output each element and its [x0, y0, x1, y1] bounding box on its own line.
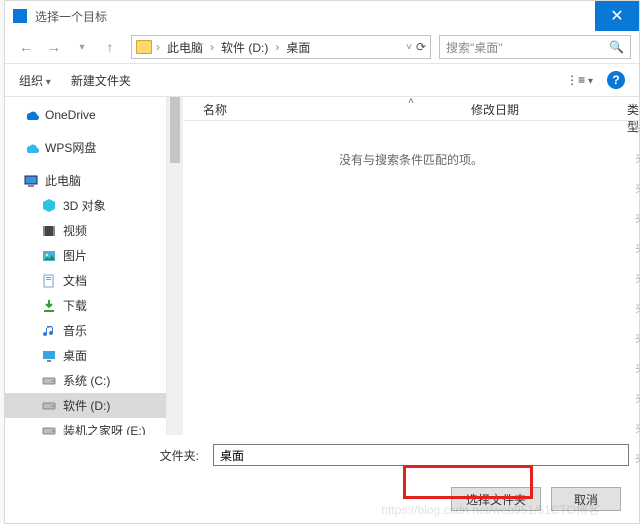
button-row: 选择文件夹 取消	[5, 475, 639, 523]
pic-icon	[41, 248, 57, 264]
breadcrumb[interactable]: 桌面	[283, 38, 313, 57]
history-dropdown[interactable]: ▾	[69, 34, 95, 60]
up-button[interactable]: ↑	[97, 34, 123, 60]
nav-item-label: 桌面	[63, 347, 87, 364]
address-dropdown[interactable]: ˅	[406, 42, 412, 53]
new-folder-button[interactable]: 新建文件夹	[71, 72, 131, 89]
nav-item-11[interactable]: 软件 (D:)	[5, 393, 166, 418]
window-title: 选择一个目标	[35, 8, 107, 25]
breadcrumb-sep: ›	[275, 40, 279, 54]
search-icon: 🔍	[609, 40, 624, 54]
cancel-button[interactable]: 取消	[551, 487, 621, 511]
wps-icon	[23, 140, 39, 156]
dl-icon	[41, 298, 57, 314]
nav-item-1[interactable]: WPS网盘	[5, 135, 166, 160]
nav-item-8[interactable]: 音乐	[5, 318, 166, 343]
view-button[interactable]: ⋮≡	[566, 73, 593, 87]
nav-pane[interactable]: OneDrive WPS网盘此电脑 3D 对象视频图片文档下载音乐桌面系统 (C:)…	[5, 97, 167, 435]
nav-item-label: 软件 (D:)	[63, 397, 110, 414]
content-scrollbar[interactable]	[167, 97, 183, 435]
filename-row: 文件夹:	[5, 435, 639, 475]
drive-icon	[41, 398, 57, 414]
drive-icon	[41, 423, 57, 436]
col-date[interactable]: 修改日期	[471, 101, 519, 118]
nav-item-4[interactable]: 视频	[5, 218, 166, 243]
filename-input[interactable]	[213, 444, 629, 466]
refresh-button[interactable]: ⟳	[416, 40, 426, 54]
breadcrumb[interactable]: 此电脑	[164, 38, 206, 57]
folder-icon	[136, 40, 152, 54]
nav-item-label: 装机之家呀 (E:)	[63, 422, 146, 435]
empty-message: 没有与搜索条件匹配的项。	[183, 121, 639, 435]
onedrive-icon	[23, 107, 39, 123]
nav-item-label: OneDrive	[45, 108, 96, 122]
background-hints: 夹夹夹夹夹夹夹夹夹夹夹夹	[635, 120, 640, 480]
col-name[interactable]: 名称	[203, 101, 227, 118]
nav-item-label: 文档	[63, 272, 87, 289]
help-button[interactable]: ?	[607, 71, 625, 89]
nav-item-10[interactable]: 系统 (C:)	[5, 368, 166, 393]
desktop-icon	[41, 348, 57, 364]
breadcrumb-sep: ›	[210, 40, 214, 54]
nav-item-0[interactable]: OneDrive	[5, 103, 166, 127]
nav-item-2[interactable]: 此电脑	[5, 168, 166, 193]
nav-item-label: 3D 对象	[63, 197, 106, 214]
nav-item-label: 视频	[63, 222, 87, 239]
back-button[interactable]: ←	[13, 34, 39, 60]
nav-item-3[interactable]: 3D 对象	[5, 193, 166, 218]
nav-item-5[interactable]: 图片	[5, 243, 166, 268]
nav-item-label: 下载	[63, 297, 87, 314]
drive-icon	[41, 373, 57, 389]
search-placeholder: 搜索"桌面"	[446, 39, 503, 56]
cube-icon	[41, 198, 57, 214]
video-icon	[41, 223, 57, 239]
nav-item-9[interactable]: 桌面	[5, 343, 166, 368]
breadcrumb-sep: ›	[156, 40, 160, 54]
address-bar[interactable]: › 此电脑 › 软件 (D:) › 桌面 ˅ ⟳	[131, 35, 431, 59]
nav-item-6[interactable]: 文档	[5, 268, 166, 293]
select-folder-button[interactable]: 选择文件夹	[451, 487, 541, 511]
breadcrumb[interactable]: 软件 (D:)	[218, 38, 271, 57]
nav-item-label: 音乐	[63, 322, 87, 339]
forward-button[interactable]: →	[41, 34, 67, 60]
organize-menu[interactable]: 组织	[19, 72, 51, 89]
main-area: OneDrive WPS网盘此电脑 3D 对象视频图片文档下载音乐桌面系统 (C:)…	[5, 97, 639, 435]
search-input[interactable]: 搜索"桌面" 🔍	[439, 35, 631, 59]
app-icon	[13, 9, 27, 23]
nav-row: ← → ▾ ↑ › 此电脑 › 软件 (D:) › 桌面 ˅ ⟳ 搜索"桌面" …	[5, 31, 639, 63]
nav-item-label: 图片	[63, 247, 87, 264]
sort-caret-icon: ˄	[408, 96, 414, 107]
doc-icon	[41, 273, 57, 289]
nav-item-7[interactable]: 下载	[5, 293, 166, 318]
close-button[interactable]: ✕	[595, 1, 639, 31]
toolbar: 组织 新建文件夹 ⋮≡ ?	[5, 63, 639, 97]
content-area: ˄ 名称 修改日期 类型 没有与搜索条件匹配的项。	[167, 97, 639, 435]
nav-item-label: WPS网盘	[45, 139, 96, 156]
nav-item-12[interactable]: 装机之家呀 (E:)	[5, 418, 166, 435]
music-icon	[41, 323, 57, 339]
pc-icon	[23, 173, 39, 189]
titlebar: 选择一个目标 ✕	[5, 1, 639, 31]
nav-item-label: 系统 (C:)	[63, 372, 110, 389]
nav-item-label: 此电脑	[45, 172, 81, 189]
filename-label: 文件夹:	[5, 447, 205, 464]
column-headers: ˄ 名称 修改日期 类型	[183, 97, 639, 121]
